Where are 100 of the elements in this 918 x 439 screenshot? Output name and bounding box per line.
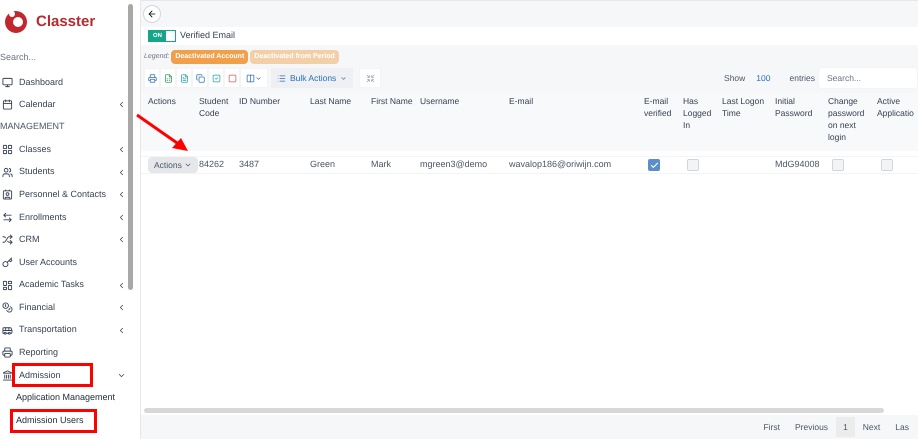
table-cell-text: MdG94008: [775, 158, 820, 172]
column-header: Change password on next login: [828, 95, 866, 143]
search-field[interactable]: Search...: [0, 46, 122, 68]
chevron-left-icon: [117, 212, 126, 222]
shuffle-icon: [2, 234, 13, 246]
menu-item[interactable]: Enrollments: [19, 210, 67, 224]
checkbox[interactable]: [687, 159, 699, 171]
checkbox-icon: [212, 74, 220, 82]
columns-icon: [246, 74, 255, 82]
columns-button[interactable]: [240, 68, 268, 88]
menu-item[interactable]: Reporting: [19, 346, 58, 360]
scrollbar[interactable]: [144, 408, 884, 413]
menu-item[interactable]: Transportation: [19, 323, 77, 337]
copy-button[interactable]: [192, 68, 208, 88]
column-header: First Name: [371, 95, 414, 107]
printer-button[interactable]: [144, 68, 160, 88]
chevron-left-icon: [117, 168, 126, 177]
square-icon: [228, 74, 236, 82]
column-header: E-mail verified: [644, 95, 672, 119]
menu-item[interactable]: CRM: [19, 233, 40, 247]
page-size-select[interactable]: 100: [756, 72, 770, 84]
column-header: Active Applicatio: [877, 95, 914, 119]
menu-item[interactable]: Personnel & Contacts: [19, 188, 106, 202]
document-icon: [180, 74, 188, 82]
chevron-left-icon: [117, 100, 126, 110]
back-arrow-icon: [147, 9, 157, 19]
column-header: Username: [420, 95, 460, 107]
grid-icon: [2, 144, 13, 155]
table-cell-text: wavalop186@oriwijn.com: [509, 158, 612, 172]
printer-icon: [2, 347, 13, 358]
menu-item[interactable]: Classes: [19, 142, 52, 156]
column-header: Has Logged In: [683, 95, 712, 131]
bulk-actions-button[interactable]: Bulk Actions: [271, 68, 354, 88]
section-heading: MANAGEMENT: [0, 120, 66, 134]
calendar-icon: [2, 99, 13, 110]
menu-item[interactable]: Academic Tasks: [19, 278, 84, 292]
chevron-left-icon: [117, 144, 126, 154]
collapse-button[interactable]: [359, 68, 382, 88]
caret-icon: [184, 161, 192, 169]
entries-label: entries: [789, 72, 815, 84]
table-cell-text: 3487: [239, 158, 260, 172]
column-header: Actions: [148, 95, 177, 107]
printer-icon: [148, 74, 156, 82]
list-icon: [277, 74, 286, 82]
checkbox[interactable]: [832, 159, 844, 171]
menu-item[interactable]: Admission: [19, 368, 61, 382]
square-button[interactable]: [224, 68, 240, 88]
column-header: Last Name: [310, 95, 352, 107]
filter-label: Verified Email: [180, 29, 236, 42]
pagination-button[interactable]: Las: [888, 417, 916, 437]
spreadsheet-icon: [164, 74, 172, 82]
checkbox[interactable]: [881, 159, 893, 171]
menu-item[interactable]: Students: [19, 165, 55, 179]
show-label: Show: [724, 72, 746, 84]
tiles-icon: [2, 280, 13, 291]
checkbox[interactable]: [648, 159, 660, 171]
chevron-left-icon: [117, 235, 126, 244]
bus-icon: [2, 324, 13, 336]
collapse-icon: [366, 74, 375, 82]
menu-item[interactable]: Calendar: [19, 98, 56, 112]
table-cell-text: 84262: [199, 158, 224, 172]
table-cell-text: Mark: [371, 158, 391, 172]
caret-icon: [255, 74, 262, 82]
chevron-left-icon: [117, 326, 126, 335]
spreadsheet-button[interactable]: [160, 68, 176, 88]
coins-icon: [2, 302, 13, 314]
column-header: Initial Password: [775, 95, 814, 119]
chevron-left-icon: [117, 280, 126, 290]
pagination-button[interactable]: First: [756, 417, 787, 437]
pagination-button[interactable]: Previous: [788, 417, 836, 437]
pagination-button[interactable]: 1: [836, 417, 855, 437]
people-icon: [2, 166, 13, 178]
person-icon: [2, 189, 13, 200]
monitor-icon: [2, 76, 13, 88]
check-icon: [650, 160, 658, 170]
menu-item[interactable]: Dashboard: [19, 76, 64, 90]
copy-icon: [196, 74, 204, 82]
back-button[interactable]: [143, 5, 161, 23]
key-icon: [2, 256, 13, 268]
column-header: E-mail: [509, 95, 534, 107]
scrollbar[interactable]: [128, 4, 133, 290]
column-header: Student Code: [199, 95, 230, 119]
column-header: ID Number: [239, 95, 282, 107]
checkbox-button[interactable]: [208, 68, 224, 88]
pagination-button[interactable]: Next: [856, 417, 888, 437]
table-cell-text: mgreen3@demo: [420, 158, 488, 172]
logo-icon: [4, 10, 28, 34]
menu-item[interactable]: User Accounts: [19, 256, 78, 270]
submenu-item[interactable]: Admission Users: [16, 414, 84, 428]
table-cell-text: Green: [310, 158, 336, 172]
submenu-item[interactable]: Application Management: [16, 391, 116, 405]
brand-name: Classter: [36, 12, 96, 32]
column-header: Last Logon Time: [722, 95, 766, 119]
document-button[interactable]: [176, 68, 192, 88]
bank-icon: [2, 370, 13, 381]
table-search-field[interactable]: Search...: [818, 67, 918, 89]
actions-dropdown[interactable]: Actions: [148, 156, 198, 174]
caret-icon: [340, 74, 348, 82]
menu-item[interactable]: Financial: [19, 300, 56, 314]
chevron-left-icon: [117, 303, 126, 312]
